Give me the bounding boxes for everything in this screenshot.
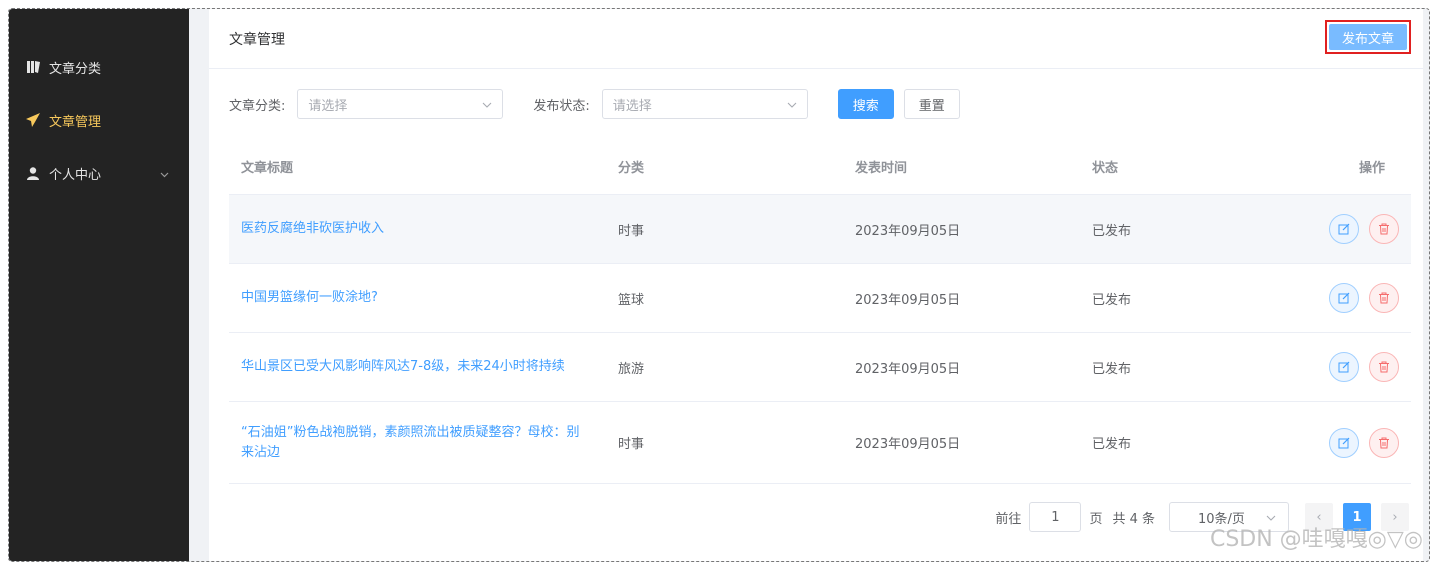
status-filter-label: 发布状态: (533, 98, 590, 114)
article-category: 时事 (618, 437, 645, 452)
trash-icon (1379, 361, 1389, 373)
chevron-down-icon (787, 97, 797, 112)
sidebar-item-label: 文章管理 (49, 114, 102, 130)
category-select-placeholder: 请选择 (308, 98, 348, 114)
trash-icon (1379, 292, 1389, 304)
table-row: 中国男篮缘何一败涂地? 篮球 2023年09月05日 已发布 (229, 264, 1411, 333)
delete-button[interactable] (1369, 352, 1399, 382)
content-card: 文章管理 发布文章 文章分类: 请选择 发布状态: 请选择 搜索 重置 文章标题… (209, 9, 1423, 561)
article-date: 2023年09月05日 (855, 437, 961, 452)
article-status: 已发布 (1092, 361, 1132, 377)
paper-plane-icon (25, 112, 41, 128)
table-header: 文章标题 分类 发表时间 状态 操作 (229, 139, 1411, 195)
article-category: 篮球 (618, 292, 645, 308)
user-icon (25, 165, 41, 181)
delete-button[interactable] (1369, 427, 1399, 458)
publish-article-label: 发布文章 (1329, 24, 1407, 50)
sidebar-item-article-category[interactable]: 文章分类 (9, 41, 189, 93)
edit-icon (1338, 292, 1350, 304)
filter-bar: 文章分类: 请选择 发布状态: 请选择 搜索 重置 (229, 88, 970, 120)
trash-icon (1379, 437, 1389, 448)
table-row: “石油姐”粉色战袍脱销，素颜照流出被质疑整容？母校：别来沾边 时事 2023年0… (229, 402, 1411, 484)
page-title: 文章管理 (229, 31, 285, 48)
sidebar-item-article-manage[interactable]: 文章管理 (9, 94, 189, 146)
column-header-category: 分类 (618, 161, 645, 176)
article-date: 2023年09月05日 (855, 361, 961, 377)
sidebar: 文章分类 文章管理 个人中心 (9, 9, 189, 561)
status-select[interactable]: 请选择 (601, 89, 808, 119)
article-date: 2023年09月05日 (855, 223, 961, 239)
edit-button[interactable] (1329, 427, 1359, 458)
watermark: CSDN @哇嘎嘎◎▽◎ (1209, 527, 1423, 552)
column-header-actions: 操作 (1358, 161, 1385, 176)
edit-icon (1338, 361, 1350, 373)
table-row: 华山景区已受大风影响阵风达7-8级，未来24小时将持续 旅游 2023年09月0… (229, 333, 1411, 402)
chevron-down-icon (160, 167, 169, 182)
publish-article-button[interactable]: 发布文章 (1325, 20, 1411, 54)
total-count: 共 4 条 (1112, 511, 1155, 527)
edit-button[interactable] (1329, 214, 1359, 244)
article-category: 时事 (618, 223, 645, 239)
sidebar-item-label: 文章分类 (49, 61, 102, 77)
article-category: 旅游 (618, 361, 645, 377)
edit-icon (1338, 437, 1350, 448)
article-title-link[interactable]: 医药反腐绝非砍医护收入 (241, 221, 384, 236)
article-status: 已发布 (1092, 292, 1132, 308)
table-row: 医药反腐绝非砍医护收入 时事 2023年09月05日 已发布 (229, 195, 1411, 264)
main-area: 文章管理 发布文章 文章分类: 请选择 发布状态: 请选择 搜索 重置 文章标题… (189, 9, 1429, 561)
status-select-placeholder: 请选择 (612, 98, 652, 114)
sidebar-item-personal-center[interactable]: 个人中心 (9, 147, 189, 199)
sidebar-item-label: 个人中心 (49, 167, 102, 183)
category-filter-label: 文章分类: (229, 98, 286, 114)
article-status: 已发布 (1092, 223, 1132, 239)
trash-icon (1379, 223, 1389, 235)
chevron-down-icon (482, 97, 492, 112)
article-status: 已发布 (1092, 437, 1132, 452)
app-frame: 文章分类 文章管理 个人中心 文章管理 发布文章 文章分类: 请选择 发布状态:… (8, 8, 1430, 562)
article-title-link[interactable]: 中国男篮缘何一败涂地? (241, 290, 378, 305)
article-title-link[interactable]: 华山景区已受大风影响阵风达7-8级，未来24小时将持续 (241, 359, 565, 374)
edit-button[interactable] (1329, 283, 1359, 313)
reset-button[interactable]: 重置 (903, 89, 960, 119)
column-header-title: 文章标题 (241, 161, 294, 176)
edit-button[interactable] (1329, 352, 1359, 382)
page-jump-input[interactable]: 1 (1029, 502, 1082, 532)
edit-icon (1338, 223, 1350, 235)
card-header: 文章管理 发布文章 (209, 9, 1423, 69)
page-unit-label: 页 (1089, 511, 1103, 527)
search-button[interactable]: 搜索 (837, 89, 894, 119)
category-select[interactable]: 请选择 (297, 89, 504, 119)
goto-label: 前往 (995, 511, 1022, 527)
column-header-status: 状态 (1092, 161, 1119, 176)
book-icon (25, 59, 41, 75)
article-table: 文章标题 分类 发表时间 状态 操作 医药反腐绝非砍医护收入 时事 2023年0… (229, 139, 1411, 484)
article-title-link[interactable]: “石油姐”粉色战袍脱销，素颜照流出被质疑整容？母校：别来沾边 (241, 425, 579, 460)
delete-button[interactable] (1369, 214, 1399, 244)
delete-button[interactable] (1369, 283, 1399, 313)
column-header-date: 发表时间 (855, 161, 908, 176)
article-date: 2023年09月05日 (855, 292, 961, 308)
